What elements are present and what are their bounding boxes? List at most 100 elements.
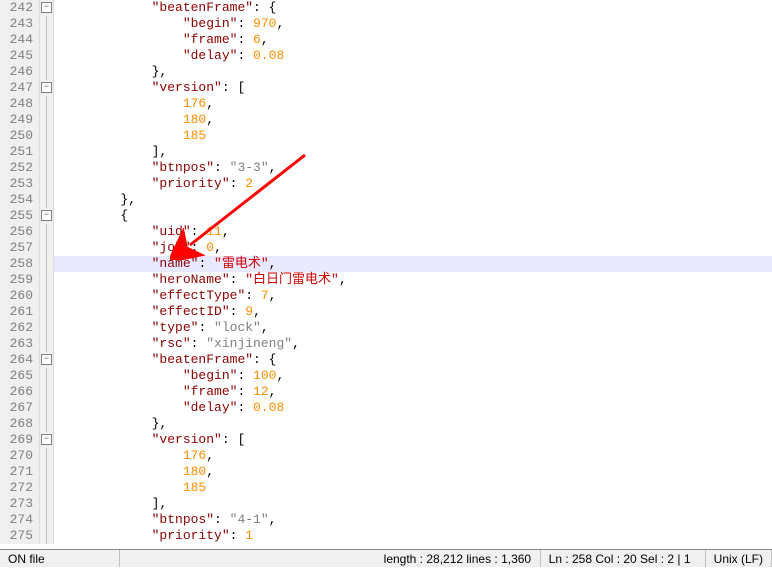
code-content[interactable]: "frame": 12,: [54, 384, 772, 400]
fold-gutter[interactable]: −: [40, 432, 54, 448]
fold-gutter[interactable]: [40, 384, 54, 400]
code-line[interactable]: 260 "effectType": 7,: [0, 288, 772, 304]
fold-gutter[interactable]: [40, 336, 54, 352]
code-content[interactable]: "uid": 11,: [54, 224, 772, 240]
fold-gutter[interactable]: [40, 112, 54, 128]
code-line[interactable]: 258 "name": "雷电术",: [0, 256, 772, 272]
code-content[interactable]: "version": [: [54, 80, 772, 96]
code-content[interactable]: "beatenFrame": {: [54, 0, 772, 16]
code-content[interactable]: "version": [: [54, 432, 772, 448]
fold-gutter[interactable]: [40, 416, 54, 432]
code-content[interactable]: 176,: [54, 96, 772, 112]
code-line[interactable]: 242− "beatenFrame": {: [0, 0, 772, 16]
code-line[interactable]: 255− {: [0, 208, 772, 224]
code-content[interactable]: "name": "雷电术",: [54, 256, 772, 272]
fold-gutter[interactable]: [40, 448, 54, 464]
fold-gutter[interactable]: −: [40, 208, 54, 224]
code-line[interactable]: 246 },: [0, 64, 772, 80]
fold-gutter[interactable]: [40, 528, 54, 544]
fold-gutter[interactable]: [40, 288, 54, 304]
code-content[interactable]: },: [54, 416, 772, 432]
code-line[interactable]: 265 "begin": 100,: [0, 368, 772, 384]
code-line[interactable]: 274 "btnpos": "4-1",: [0, 512, 772, 528]
fold-gutter[interactable]: [40, 64, 54, 80]
fold-gutter[interactable]: [40, 128, 54, 144]
code-line[interactable]: 257 "job": 0,: [0, 240, 772, 256]
fold-gutter[interactable]: [40, 160, 54, 176]
fold-minus-icon[interactable]: −: [41, 210, 52, 221]
code-line[interactable]: 261 "effectID": 9,: [0, 304, 772, 320]
fold-gutter[interactable]: [40, 96, 54, 112]
fold-gutter[interactable]: −: [40, 80, 54, 96]
code-content[interactable]: ],: [54, 496, 772, 512]
fold-gutter[interactable]: [40, 368, 54, 384]
fold-gutter[interactable]: [40, 176, 54, 192]
code-content[interactable]: 185: [54, 128, 772, 144]
fold-minus-icon[interactable]: −: [41, 434, 52, 445]
fold-gutter[interactable]: [40, 256, 54, 272]
code-content[interactable]: 180,: [54, 464, 772, 480]
code-content[interactable]: },: [54, 192, 772, 208]
code-line[interactable]: 243 "begin": 970,: [0, 16, 772, 32]
code-content[interactable]: "begin": 100,: [54, 368, 772, 384]
code-line[interactable]: 267 "delay": 0.08: [0, 400, 772, 416]
code-content[interactable]: 185: [54, 480, 772, 496]
fold-gutter[interactable]: [40, 224, 54, 240]
code-line[interactable]: 271 180,: [0, 464, 772, 480]
code-content[interactable]: "btnpos": "3-3",: [54, 160, 772, 176]
fold-gutter[interactable]: [40, 192, 54, 208]
code-line[interactable]: 275 "priority": 1: [0, 528, 772, 544]
code-line[interactable]: 254 },: [0, 192, 772, 208]
code-line[interactable]: 251 ],: [0, 144, 772, 160]
code-line[interactable]: 250 185: [0, 128, 772, 144]
code-line[interactable]: 270 176,: [0, 448, 772, 464]
code-content[interactable]: "frame": 6,: [54, 32, 772, 48]
fold-gutter[interactable]: [40, 144, 54, 160]
code-content[interactable]: "rsc": "xinjineng",: [54, 336, 772, 352]
fold-gutter[interactable]: [40, 464, 54, 480]
fold-gutter[interactable]: [40, 48, 54, 64]
code-line[interactable]: 256 "uid": 11,: [0, 224, 772, 240]
code-content[interactable]: "effectID": 9,: [54, 304, 772, 320]
code-line[interactable]: 253 "priority": 2: [0, 176, 772, 192]
code-line[interactable]: 247− "version": [: [0, 80, 772, 96]
code-line[interactable]: 273 ],: [0, 496, 772, 512]
code-content[interactable]: 176,: [54, 448, 772, 464]
code-content[interactable]: "priority": 2: [54, 176, 772, 192]
code-editor[interactable]: 242− "beatenFrame": {243 "begin": 970,24…: [0, 0, 772, 549]
code-line[interactable]: 266 "frame": 12,: [0, 384, 772, 400]
code-content[interactable]: "job": 0,: [54, 240, 772, 256]
code-content[interactable]: "heroName": "白日门雷电术",: [54, 272, 772, 288]
fold-gutter[interactable]: [40, 320, 54, 336]
code-content[interactable]: "type": "lock",: [54, 320, 772, 336]
fold-gutter[interactable]: [40, 512, 54, 528]
fold-minus-icon[interactable]: −: [41, 2, 52, 13]
fold-gutter[interactable]: [40, 496, 54, 512]
code-line[interactable]: 264− "beatenFrame": {: [0, 352, 772, 368]
code-content[interactable]: "beatenFrame": {: [54, 352, 772, 368]
code-line[interactable]: 269− "version": [: [0, 432, 772, 448]
code-content[interactable]: 180,: [54, 112, 772, 128]
fold-gutter[interactable]: [40, 272, 54, 288]
code-content[interactable]: "btnpos": "4-1",: [54, 512, 772, 528]
code-line[interactable]: 268 },: [0, 416, 772, 432]
fold-gutter[interactable]: [40, 304, 54, 320]
fold-minus-icon[interactable]: −: [41, 354, 52, 365]
code-content[interactable]: "priority": 1: [54, 528, 772, 544]
code-line[interactable]: 272 185: [0, 480, 772, 496]
fold-gutter[interactable]: −: [40, 0, 54, 16]
code-line[interactable]: 263 "rsc": "xinjineng",: [0, 336, 772, 352]
fold-gutter[interactable]: [40, 480, 54, 496]
code-line[interactable]: 248 176,: [0, 96, 772, 112]
fold-gutter[interactable]: [40, 16, 54, 32]
code-line[interactable]: 262 "type": "lock",: [0, 320, 772, 336]
code-content[interactable]: ],: [54, 144, 772, 160]
code-content[interactable]: {: [54, 208, 772, 224]
code-line[interactable]: 252 "btnpos": "3-3",: [0, 160, 772, 176]
code-content[interactable]: "effectType": 7,: [54, 288, 772, 304]
fold-gutter[interactable]: [40, 240, 54, 256]
code-line[interactable]: 244 "frame": 6,: [0, 32, 772, 48]
fold-gutter[interactable]: [40, 32, 54, 48]
fold-minus-icon[interactable]: −: [41, 82, 52, 93]
code-content[interactable]: "delay": 0.08: [54, 400, 772, 416]
